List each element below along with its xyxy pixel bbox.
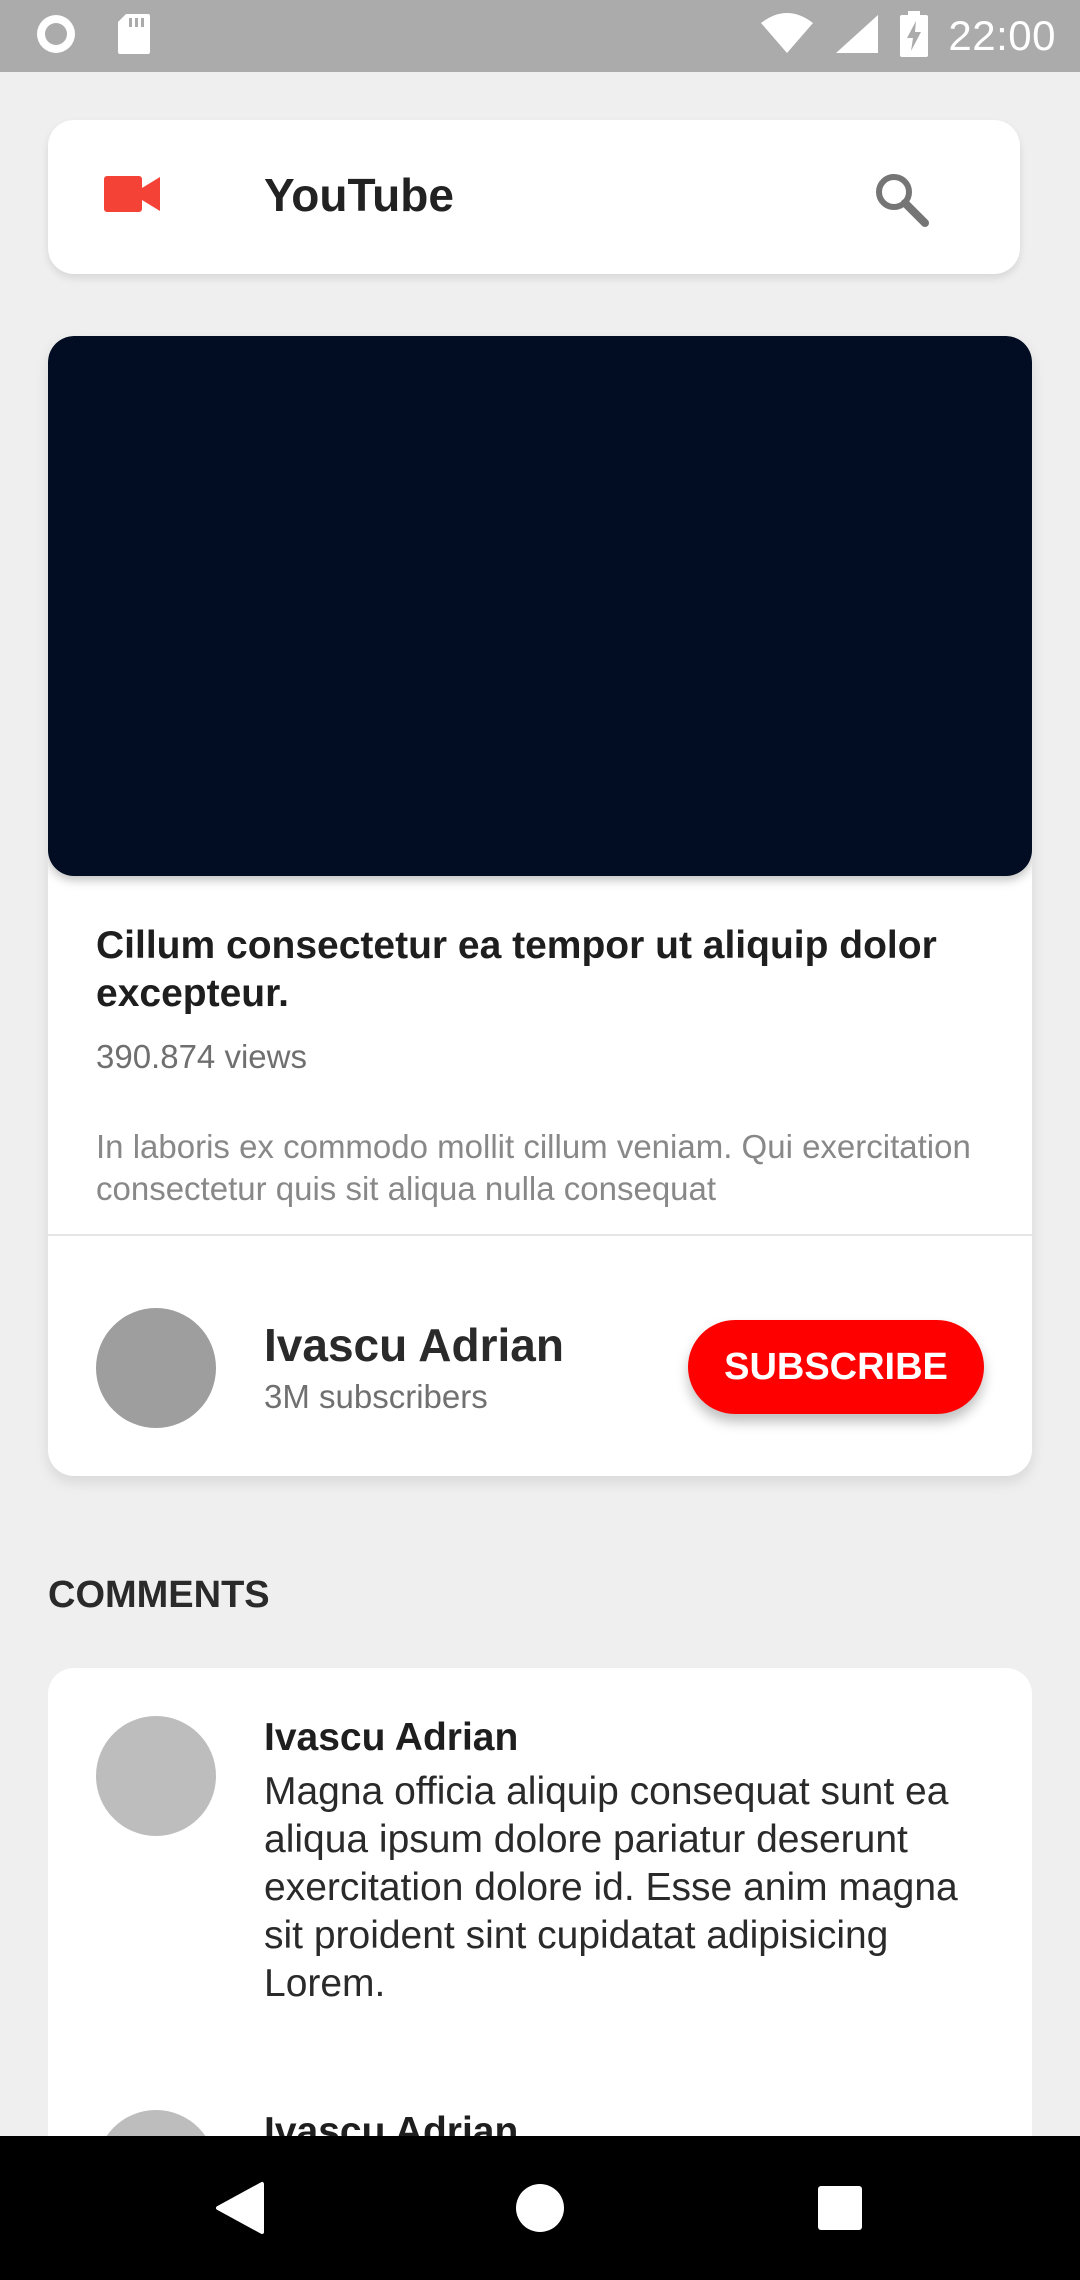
comment-author[interactable]: Ivascu Adrian — [264, 1716, 518, 1760]
channel-name[interactable]: Ivascu Adrian — [264, 1318, 564, 1372]
video-title: Cillum consectetur ea tempor ut aliquip … — [96, 924, 937, 1015]
status-time: 22:00 — [948, 12, 1056, 59]
record-icon — [34, 12, 78, 61]
home-icon[interactable] — [468, 2136, 612, 2280]
video-player[interactable] — [48, 336, 1032, 876]
sd-card-icon — [116, 12, 152, 61]
divider — [48, 1234, 1032, 1236]
comment-text: Magna officia aliquip consequat sunt ea … — [264, 1770, 958, 2005]
search-icon[interactable] — [872, 170, 930, 228]
back-icon[interactable] — [168, 2136, 312, 2280]
status-bar: 22:00 — [0, 0, 1080, 72]
video-camera-icon — [104, 174, 162, 214]
battery-charging-icon — [900, 10, 929, 62]
avatar[interactable] — [96, 1716, 216, 1836]
video-description: In laboris ex commodo mollit cillum veni… — [96, 1128, 971, 1207]
recents-icon[interactable] — [768, 2136, 912, 2280]
app-bar: YouTube — [48, 120, 1020, 274]
comments-heading: COMMENTS — [48, 1574, 270, 1616]
video-views: 390.874 views — [96, 1038, 307, 1075]
channel-avatar[interactable] — [96, 1308, 216, 1428]
app-title: YouTube — [264, 169, 454, 221]
signal-icon — [834, 13, 880, 60]
screen: 22:00 YouTube Cillum consectetur ea temp… — [0, 0, 1080, 2280]
wifi-icon — [760, 12, 814, 60]
channel-subscribers: 3M subscribers — [264, 1378, 488, 1415]
video-card: Cillum consectetur ea tempor ut aliquip … — [48, 336, 1032, 1476]
subscribe-button[interactable]: SUBSCRIBE — [688, 1320, 984, 1414]
navigation-bar — [0, 2136, 1080, 2280]
